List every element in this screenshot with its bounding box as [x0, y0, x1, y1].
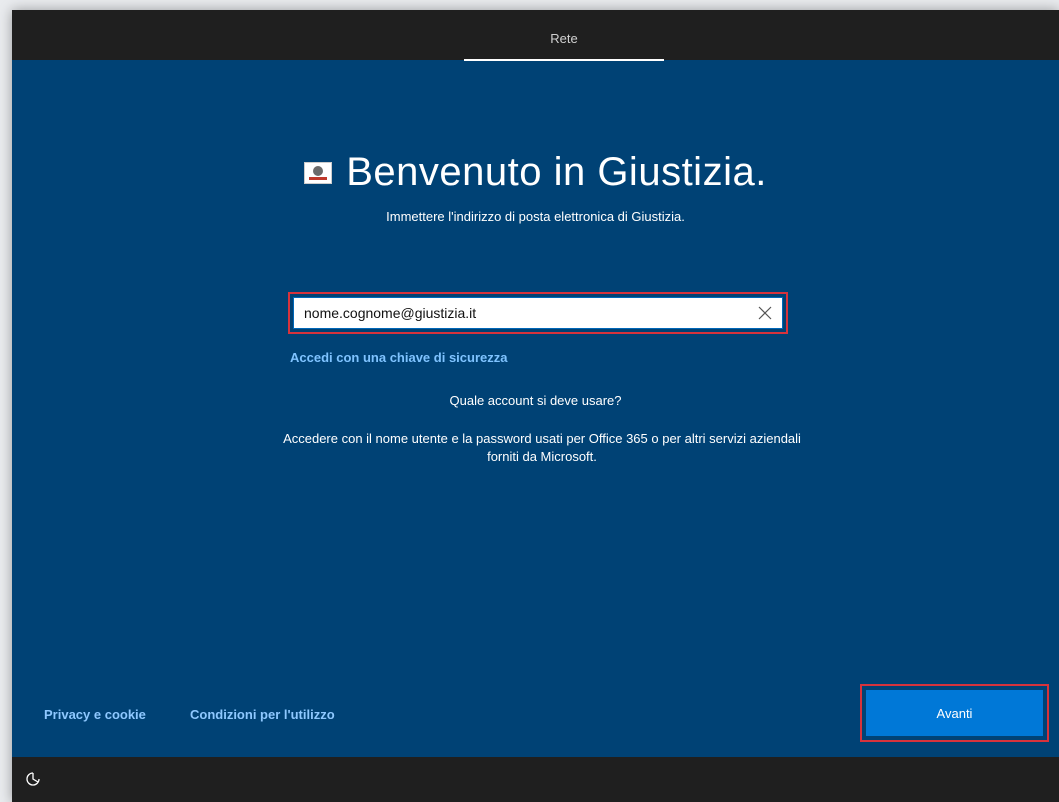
page-title: Benvenuto in Giustizia.	[346, 150, 767, 194]
top-bar: Rete	[12, 10, 1059, 61]
tab-rete: Rete	[550, 31, 578, 46]
email-field-highlight	[288, 292, 788, 334]
heading-block: Benvenuto in Giustizia. Immettere l'indi…	[12, 150, 1059, 224]
page-subtitle: Immettere l'indirizzo di posta elettroni…	[386, 209, 685, 224]
help-text-line1: Accedere con il nome utente e la passwor…	[283, 431, 801, 446]
email-field[interactable]	[294, 298, 734, 328]
close-icon[interactable]	[756, 304, 774, 322]
bottom-bar	[12, 757, 1059, 802]
security-key-link[interactable]: Accedi con una chiave di sicurezza	[290, 350, 507, 365]
privacy-link[interactable]: Privacy e cookie	[44, 707, 146, 722]
title-row: Benvenuto in Giustizia.	[304, 150, 767, 195]
tab-underline	[464, 59, 664, 61]
help-text-line2: forniti da Microsoft.	[487, 449, 597, 464]
italian-emblem-icon	[304, 161, 333, 184]
email-field-container	[293, 297, 783, 329]
next-button[interactable]: Avanti	[866, 690, 1043, 736]
ease-of-access-icon[interactable]	[24, 770, 42, 788]
which-account-text: Quale account si deve usare?	[449, 393, 622, 408]
oobe-window: Rete Benvenuto in Giustizia. Immettere l…	[12, 10, 1059, 802]
next-button-highlight: Avanti	[860, 684, 1049, 742]
terms-link[interactable]: Condizioni per l'utilizzo	[190, 707, 335, 722]
help-text: Accedere con il nome utente e la passwor…	[222, 430, 862, 466]
